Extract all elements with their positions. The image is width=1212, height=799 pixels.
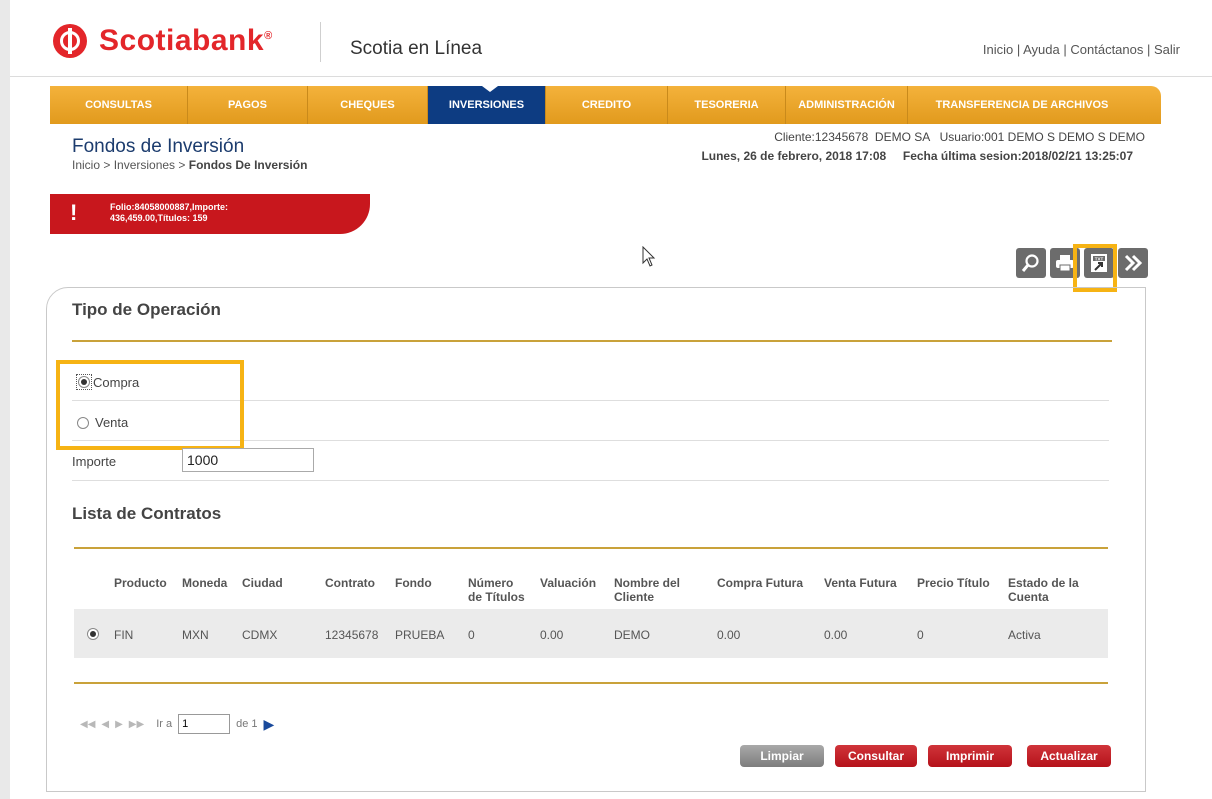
importe-input[interactable]: [182, 448, 314, 472]
first-page-icon[interactable]: ◀◀: [80, 719, 95, 730]
cell-valuacion: 0.00: [540, 628, 564, 642]
importe-label: Importe: [72, 454, 117, 469]
highlight-txt-export: [1073, 244, 1117, 292]
cell-venta-futura: 0.00: [824, 628, 848, 642]
client-info: Cliente:12345678 DEMO SA Usuario:001 DEM…: [774, 130, 1145, 144]
search-icon: [1021, 254, 1039, 272]
page: Scotiabank® Scotia en Línea Inicio | Ayu…: [10, 0, 1212, 799]
link-salir[interactable]: Salir: [1154, 42, 1180, 57]
col-compra-futura: Compra Futura: [717, 576, 804, 590]
link-inicio[interactable]: Inicio: [983, 42, 1013, 57]
col-numero-titulos: Número de Títulos: [468, 576, 525, 604]
mouse-cursor-icon: [642, 246, 656, 267]
breadcrumb-path[interactable]: Inicio > Inversiones >: [72, 158, 189, 172]
actualizar-button[interactable]: Actualizar: [1027, 745, 1111, 767]
col-ciudad: Ciudad: [242, 576, 283, 590]
app-title: Scotia en Línea: [350, 38, 483, 59]
go-to-label: Ir a: [156, 718, 173, 730]
cell-ciudad: CDMX: [242, 628, 278, 642]
nav-cheques[interactable]: CHEQUES: [308, 86, 428, 124]
nav-tesoreria[interactable]: TESORERIA: [668, 86, 786, 124]
cell-contrato: 12345678: [325, 628, 379, 642]
nav-consultas[interactable]: CONSULTAS: [50, 86, 188, 124]
header-rule: [10, 76, 1212, 77]
top-links: Inicio | Ayuda | Contáctanos | Salir: [982, 42, 1180, 57]
session-info: Lunes, 26 de febrero, 2018 17:08 Fecha ú…: [701, 149, 1133, 163]
page-title: Fondos de Inversión: [72, 136, 245, 157]
cell-nombre-cliente: DEMO: [614, 628, 650, 642]
cell-producto: FIN: [114, 628, 134, 642]
go-page-arrow-icon[interactable]: ▶: [264, 716, 275, 733]
limpiar-button[interactable]: Limpiar: [740, 745, 824, 767]
col-valuacion: Valuación: [540, 576, 597, 590]
nav-credito[interactable]: CREDITO: [546, 86, 668, 124]
active-tab-notch: [482, 86, 498, 92]
search-button[interactable]: [1016, 248, 1046, 278]
exclamation-icon: !: [70, 200, 78, 225]
col-fondo: Fondo: [395, 576, 432, 590]
cell-compra-futura: 0.00: [717, 628, 741, 642]
contract-select-radio[interactable]: [87, 628, 99, 640]
contracts-title: Lista de Contratos: [72, 504, 222, 523]
gold-rule: [74, 682, 1108, 684]
prev-page-icon[interactable]: ◀: [101, 719, 109, 730]
page-input[interactable]: [178, 714, 231, 734]
folio-alert: ! Folio:84058000887,Importe: 436,459.00,…: [50, 194, 370, 234]
col-precio-titulo: Precio Título: [917, 576, 990, 590]
breadcrumb: Inicio > Inversiones > Fondos De Inversi…: [72, 158, 307, 172]
table-row[interactable]: [74, 609, 1108, 658]
page-of-label: de 1: [236, 718, 258, 730]
gold-rule: [74, 547, 1108, 549]
last-page-icon[interactable]: ▶▶: [129, 719, 144, 730]
scotiabank-logo[interactable]: Scotiabank®: [53, 24, 273, 58]
alert-message: Folio:84058000887,Importe: 436,459.00,Tí…: [110, 202, 229, 223]
imprimir-button[interactable]: Imprimir: [928, 745, 1012, 767]
nav-administracion[interactable]: ADMINISTRACIÓN: [786, 86, 908, 124]
header-divider: [320, 22, 321, 62]
highlight-operation-options: [56, 360, 244, 450]
cell-numero-titulos: 0: [468, 628, 475, 642]
consultar-button[interactable]: Consultar: [835, 745, 917, 767]
main-nav: CONSULTAS PAGOS CHEQUES INVERSIONES CRED…: [50, 86, 1161, 124]
left-shadow: [0, 0, 10, 799]
cell-moneda: MXN: [182, 628, 209, 642]
link-contactanos[interactable]: Contáctanos: [1070, 42, 1143, 57]
nav-transferencia-archivos[interactable]: TRANSFERENCIA DE ARCHIVOS: [908, 86, 1136, 124]
brand-name: Scotiabank®: [99, 24, 273, 57]
scotiabank-logo-icon: [53, 24, 87, 58]
next-page-small-icon[interactable]: ▶: [115, 719, 123, 730]
col-moneda: Moneda: [182, 576, 228, 590]
col-nombre-cliente: Nombre del Cliente: [614, 576, 681, 604]
operation-type-title: Tipo de Operación: [72, 300, 221, 319]
link-ayuda[interactable]: Ayuda: [1023, 42, 1060, 57]
col-contrato: Contrato: [325, 576, 375, 590]
cell-estado-cuenta: Activa: [1008, 628, 1041, 642]
cell-fondo: PRUEBA: [395, 628, 445, 642]
row-divider: [72, 480, 1109, 481]
col-venta-futura: Venta Futura: [824, 576, 897, 590]
col-producto: Producto: [114, 576, 167, 590]
col-estado-cuenta: Estado de la Cuenta: [1008, 576, 1079, 604]
breadcrumb-current: Fondos De Inversión: [188, 158, 308, 172]
gold-rule: [72, 340, 1112, 342]
next-button[interactable]: [1118, 248, 1148, 278]
double-chevron-right-icon: [1124, 254, 1143, 272]
cell-precio-titulo: 0: [917, 628, 924, 642]
pager: ◀◀ ◀ ▶ ▶▶ Ir a de 1 ▶: [80, 714, 274, 734]
nav-pagos[interactable]: PAGOS: [188, 86, 308, 124]
